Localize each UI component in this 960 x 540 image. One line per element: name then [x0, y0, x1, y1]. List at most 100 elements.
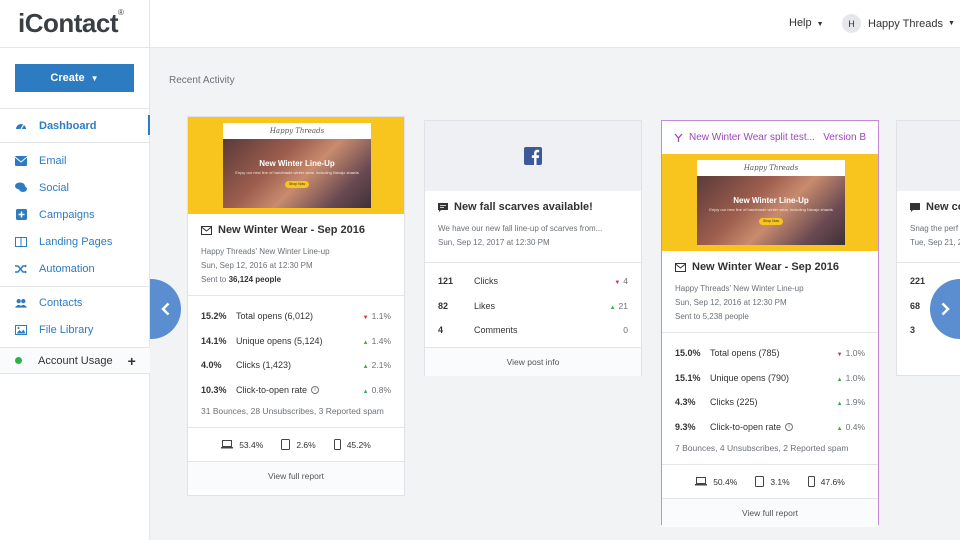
bounce-summary: 31 Bounces, 28 Unsubscribes, 3 Reported …: [201, 406, 384, 416]
laptop-icon: [695, 477, 708, 486]
chevron-left-icon: [161, 302, 170, 316]
tablet-icon: [755, 476, 765, 487]
trend-up-icon: ▲: [609, 304, 616, 311]
mobile-icon: [333, 439, 341, 450]
icontact-logo[interactable]: iContact®: [18, 8, 124, 39]
account-usage[interactable]: Account Usage +: [0, 347, 150, 374]
sidebar-item-automation[interactable]: Automation: [0, 255, 150, 282]
view-post-info-button[interactable]: View post info: [425, 346, 641, 376]
expand-plus-icon[interactable]: +: [128, 353, 136, 369]
plus-square-icon: [15, 209, 27, 221]
chat-bubble-icon: [910, 202, 920, 212]
post-date: Sun, Sep 12, 2017 at 12:30 PM: [438, 238, 550, 247]
mobile-icon: [807, 476, 815, 487]
post-excerpt: We have our new fall line-up of scarves …: [438, 224, 603, 233]
card-title[interactable]: New Winter Wear - Sep 2016: [201, 224, 391, 236]
avatar: H: [842, 14, 861, 33]
sent-count: Sent to 36,124 people: [201, 275, 282, 284]
dashboard-icon: [15, 120, 27, 132]
view-full-report-button[interactable]: View full report: [662, 498, 878, 527]
device-breakdown: 53.4% 2.6% 45.2%: [188, 427, 404, 461]
trend-up-icon: ▲: [836, 401, 843, 408]
caret-down-icon: ▼: [816, 21, 824, 28]
user-menu[interactable]: H Happy Threads ▼: [842, 14, 955, 33]
sidebar-nav: Dashboard Email Social Campaigns Landing…: [0, 108, 150, 374]
columns-icon: [15, 236, 27, 248]
card-title[interactable]: New Winter Wear - Sep 2016: [675, 261, 865, 273]
trend-up-icon: ▲: [362, 339, 369, 346]
image-icon: [15, 324, 27, 336]
card-title[interactable]: New co: [910, 201, 960, 213]
email-thumbnail: Happy Threads New Winter Line-Up Enjoy o…: [223, 123, 371, 208]
stat-row: 4.0% Clicks (1,423) ▲ 2.1%: [201, 360, 391, 371]
stat-row: 9.3% Click-to-open rate i ▲ 0.4%: [675, 421, 865, 432]
card-header: [897, 121, 960, 191]
stat-row: 15.0% Total opens (785) ▼ 1.0%: [675, 348, 865, 359]
email-subject: Happy Threads' New Winter Line-up: [675, 284, 804, 293]
email-stats: 15.2% Total opens (6,012) ▼ 1.1% 14.1% Uniqu…: [188, 295, 404, 402]
sidebar-item-email[interactable]: Email: [0, 147, 150, 174]
info-icon[interactable]: i: [785, 423, 794, 432]
trend-up-icon: ▲: [836, 376, 843, 383]
trend-down-icon: ▼: [614, 280, 621, 287]
envelope-outline-icon: [201, 225, 212, 235]
email-thumbnail: Happy Threads New Winter Line-Up Enjoy o…: [697, 160, 845, 245]
sidebar: iContact® Create ▼ Dashboard Email Social…: [0, 0, 150, 540]
sent-count: Sent to 5,238 people: [675, 312, 749, 321]
email-preview[interactable]: Happy Threads New Winter Line-Up Enjoy o…: [662, 154, 878, 251]
stat-row: 4.3% Clicks (225) ▲ 1.9%: [675, 397, 865, 408]
stat-row: 10.3% Click-to-open rate i ▲ 0.8%: [201, 384, 391, 395]
logo-area: iContact®: [0, 0, 149, 48]
caret-down-icon: ▼: [90, 73, 99, 83]
email-preview[interactable]: Happy Threads New Winter Line-Up Enjoy o…: [188, 117, 404, 214]
envelope-icon: [15, 155, 27, 167]
stat-row: 14.1% Unique opens (5,124) ▲ 1.4%: [201, 335, 391, 346]
trend-up-icon: ▲: [836, 425, 843, 432]
trend-down-icon: ▼: [836, 352, 843, 359]
bounce-summary: 7 Bounces, 4 Unsubscribes, 2 Reported sp…: [675, 443, 849, 453]
stat-row: 82 Likes ▲ 21: [438, 300, 628, 311]
trend-up-icon: ▲: [362, 364, 369, 371]
caret-down-icon: ▼: [948, 20, 955, 27]
envelope-outline-icon: [675, 262, 686, 272]
info-icon[interactable]: i: [311, 386, 320, 395]
tablet-icon: [281, 439, 291, 450]
trend-up-icon: ▲: [362, 388, 369, 395]
chevron-right-icon: [941, 302, 950, 316]
device-breakdown: 50.4% 3.1% 47.6%: [662, 464, 878, 498]
section-title: Recent Activity: [169, 75, 235, 86]
stat-row: 15.2% Total opens (6,012) ▼ 1.1%: [201, 311, 391, 322]
split-icon: [674, 133, 683, 142]
stat-row: 121 Clicks ▼ 4: [438, 276, 628, 287]
chat-bubble-icon: [438, 202, 448, 212]
activity-card-split-test: New Winter Wear split test... Version B …: [661, 120, 879, 527]
send-date: Sun, Sep 12, 2016 at 12:30 PM: [675, 298, 787, 307]
stat-row: 15.1% Unique opens (790) ▲ 1.0%: [675, 372, 865, 383]
users-icon: [15, 297, 27, 309]
sidebar-item-social[interactable]: Social: [0, 174, 150, 201]
create-button[interactable]: Create ▼: [15, 64, 134, 92]
sidebar-item-campaigns[interactable]: Campaigns: [0, 201, 150, 228]
facebook-icon: [524, 147, 542, 165]
sidebar-item-file-library[interactable]: File Library: [0, 316, 150, 343]
help-menu[interactable]: Help ▼: [789, 17, 824, 29]
view-full-report-button[interactable]: View full report: [188, 461, 404, 490]
top-bar: Help ▼ H Happy Threads ▼: [150, 0, 960, 48]
split-test-header[interactable]: New Winter Wear split test... Version B: [662, 121, 878, 154]
sidebar-item-dashboard[interactable]: Dashboard: [0, 109, 150, 142]
trend-down-icon: ▼: [362, 315, 369, 322]
sidebar-item-contacts[interactable]: Contacts: [0, 289, 150, 316]
chat-bubbles-icon: [15, 182, 27, 194]
post-stats: 121 Clicks ▼ 4 82 Likes ▲ 21 4 Comments 0: [425, 262, 641, 347]
status-dot-icon: [15, 357, 22, 364]
activity-card-facebook: New fall scarves available! We have our …: [424, 120, 642, 376]
facebook-header: [425, 121, 641, 191]
email-stats: 15.0% Total opens (785) ▼ 1.0% 15.1% Unique …: [662, 332, 878, 439]
email-subject: Happy Threads' New Winter Line-up: [201, 247, 330, 256]
carousel-prev-button[interactable]: [150, 279, 181, 339]
stat-row: 4 Comments 0: [438, 325, 628, 336]
send-date: Sun, Sep 12, 2016 at 12:30 PM: [201, 261, 313, 270]
card-title[interactable]: New fall scarves available!: [438, 201, 628, 213]
activity-card-email: Happy Threads New Winter Line-Up Enjoy o…: [187, 116, 405, 496]
sidebar-item-landing-pages[interactable]: Landing Pages: [0, 228, 150, 255]
